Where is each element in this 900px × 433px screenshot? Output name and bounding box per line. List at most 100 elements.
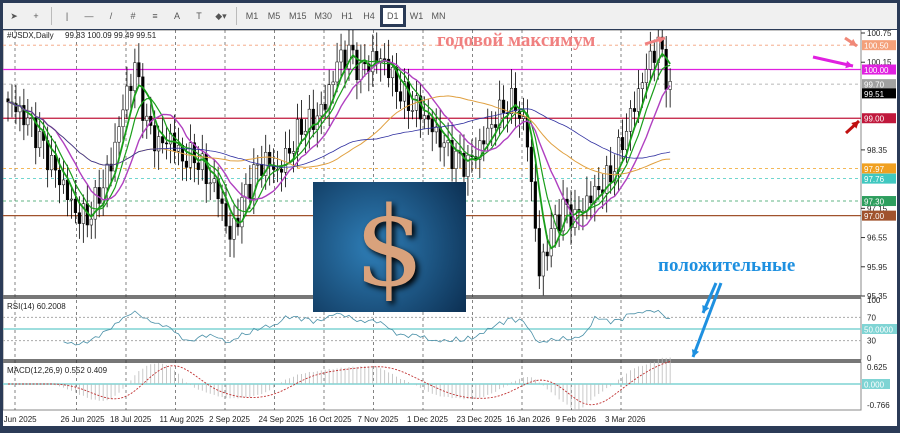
candle xyxy=(299,119,303,135)
ohlc-label: 99.83 100.09 99.49 99.51 xyxy=(65,31,157,40)
text-label-icon: T xyxy=(196,11,202,21)
candle xyxy=(89,218,93,226)
horizontal-line-tool-button[interactable]: — xyxy=(78,5,100,27)
timeframe-h4[interactable]: H4 xyxy=(358,5,380,27)
candle xyxy=(280,168,284,173)
text-icon: A xyxy=(173,11,180,21)
candle xyxy=(533,181,537,229)
timeframe-h1[interactable]: H1 xyxy=(336,5,358,27)
candle xyxy=(466,154,470,177)
candle xyxy=(165,142,169,145)
candle xyxy=(224,203,228,227)
candle xyxy=(644,69,648,83)
crosshair-tool-button[interactable]: + xyxy=(25,5,47,27)
candle xyxy=(291,151,296,154)
candle xyxy=(430,118,434,133)
x-tick-label: 11 Aug 2025 xyxy=(160,415,205,424)
candle xyxy=(426,115,430,120)
horizontal-line-icon: — xyxy=(84,11,94,21)
level-price-label: 100.00 xyxy=(864,66,889,75)
fibonacci-retracement-tool-button[interactable]: ≡ xyxy=(144,5,166,27)
timeframe-mn[interactable]: MN xyxy=(428,5,450,27)
timeframe-m5[interactable]: M5 xyxy=(263,5,285,27)
x-tick-label: 16 Oct 2025 xyxy=(308,415,352,424)
x-tick-label: 1 Dec 2025 xyxy=(407,415,448,424)
candle xyxy=(323,104,327,110)
timeframe-m1[interactable]: M1 xyxy=(241,5,263,27)
x-tick-label: 24 Sep 2025 xyxy=(259,415,305,424)
y-tick-label: 95.95 xyxy=(867,263,888,272)
trendline-tool-button[interactable]: / xyxy=(100,5,122,27)
candle xyxy=(184,160,188,168)
candle xyxy=(196,162,200,170)
candle xyxy=(248,183,252,199)
candle xyxy=(97,187,101,204)
candle xyxy=(442,142,446,148)
candle xyxy=(359,62,363,81)
level-price-label: 97.97 xyxy=(864,165,885,174)
level-price-label: 99.00 xyxy=(864,115,885,124)
text-label-tool-button[interactable]: T xyxy=(188,5,210,27)
candle xyxy=(640,82,644,90)
candle xyxy=(145,115,149,121)
x-tick-label: 9 Feb 2026 xyxy=(556,415,597,424)
candle xyxy=(319,104,323,117)
level-price-label: 99.51 xyxy=(864,90,885,99)
candle xyxy=(486,127,490,145)
fibonacci-fan-tool-button[interactable]: # xyxy=(122,5,144,27)
candle xyxy=(161,136,165,144)
candle xyxy=(339,49,343,63)
candle xyxy=(383,58,387,60)
candle xyxy=(212,178,216,184)
candle xyxy=(502,99,506,113)
y-tick-label: 100.75 xyxy=(867,30,892,38)
candle xyxy=(664,48,668,90)
level-price-label: 99.70 xyxy=(864,81,885,90)
candle xyxy=(125,85,129,111)
candle xyxy=(529,146,533,182)
rsi-tick-label: 100 xyxy=(867,296,881,305)
candle xyxy=(351,44,355,51)
candle xyxy=(220,198,224,204)
candle xyxy=(545,251,549,257)
candle xyxy=(632,108,637,112)
rsi-tick-label: 70 xyxy=(867,313,876,322)
arrow-icon xyxy=(691,282,723,358)
candle xyxy=(652,50,656,63)
candle xyxy=(521,116,525,119)
shapes-icon: ◆▾ xyxy=(215,10,227,21)
symbol-label: #USDX,Daily xyxy=(7,31,54,40)
candle xyxy=(335,61,339,83)
x-tick-label: 4 Jun 2025 xyxy=(3,415,37,424)
cursor-icon: ➤ xyxy=(10,10,18,21)
candle xyxy=(228,225,232,240)
rsi-tick-label: 0 xyxy=(867,354,872,363)
candle xyxy=(422,115,426,120)
candle xyxy=(65,179,70,200)
y-tick-label: 96.55 xyxy=(867,234,888,243)
vertical-line-icon: | xyxy=(65,11,69,21)
positive-annotation: положительные xyxy=(658,255,796,276)
rsi-line xyxy=(63,309,671,346)
timeframe-w1[interactable]: W1 xyxy=(406,5,428,27)
candle xyxy=(494,124,498,128)
candle xyxy=(73,198,77,213)
shapes-tool-button[interactable]: ◆▾ xyxy=(210,5,232,27)
x-tick-label: 3 Mar 2026 xyxy=(605,415,646,424)
timeframe-d1[interactable]: D1 xyxy=(380,5,406,27)
x-tick-label: 23 Dec 2025 xyxy=(457,415,503,424)
timeframe-m15[interactable]: M15 xyxy=(285,5,311,27)
candle xyxy=(50,155,54,171)
fibonacci-fan-icon: # xyxy=(130,11,136,21)
rsi-label: RSI(14) 60.2008 xyxy=(7,302,66,311)
text-tool-button[interactable]: A xyxy=(166,5,188,27)
vertical-line-tool-button[interactable]: | xyxy=(56,5,78,27)
level-price-label: 97.76 xyxy=(864,175,885,184)
level-price-label: 97.00 xyxy=(864,212,885,221)
candle xyxy=(204,153,208,185)
candle xyxy=(557,214,561,232)
candle xyxy=(331,81,335,85)
timeframe-m30[interactable]: M30 xyxy=(311,5,337,27)
cursor-tool-button[interactable]: ➤ xyxy=(3,5,25,27)
x-tick-label: 16 Jan 2026 xyxy=(506,415,551,424)
